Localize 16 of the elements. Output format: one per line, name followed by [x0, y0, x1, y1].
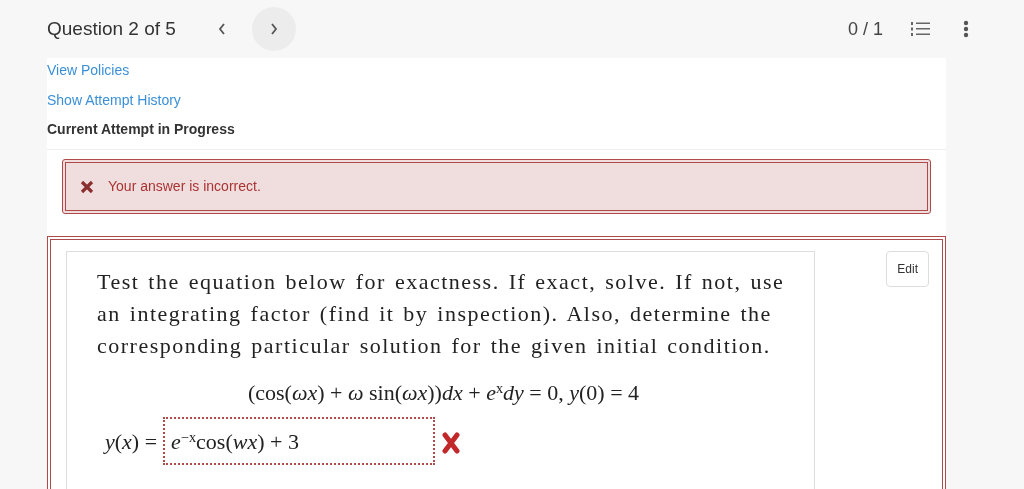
link[interactable]: Show Attempt History: [47, 90, 181, 111]
chevron-left-icon: [216, 22, 227, 36]
kebab-menu-icon: [963, 20, 969, 38]
numbered-list-icon: [911, 21, 931, 37]
chevron-right-icon: [268, 22, 279, 36]
answer-label: y(x) =: [105, 427, 158, 456]
feedback-message: Your answer is incorrect.: [108, 177, 261, 196]
equation: (cos(ωx) + ω sin(ωx))dx + e$^{x}$dy = 0, y(0) = 4: [247, 380, 640, 405]
attempt-heading: Current Attempt in Progress: [47, 120, 236, 139]
score: 0 / 1: [847, 17, 883, 41]
question-counter: Question 2 of 5: [47, 16, 176, 41]
edit-button[interactable]: Edit: [886, 251, 929, 287]
question-text: Test the equation below for exactness. If exact, solve. If not, use an integrating factor (find it by inspection). Also, determine the corresponding particular solution for the given initial condition.: [97, 268, 786, 360]
cross-icon: [80, 179, 94, 194]
link[interactable]: View Policies: [47, 60, 130, 81]
answer-field[interactable]: e$^{−x}$cos(wx) + 3: [163, 417, 436, 465]
